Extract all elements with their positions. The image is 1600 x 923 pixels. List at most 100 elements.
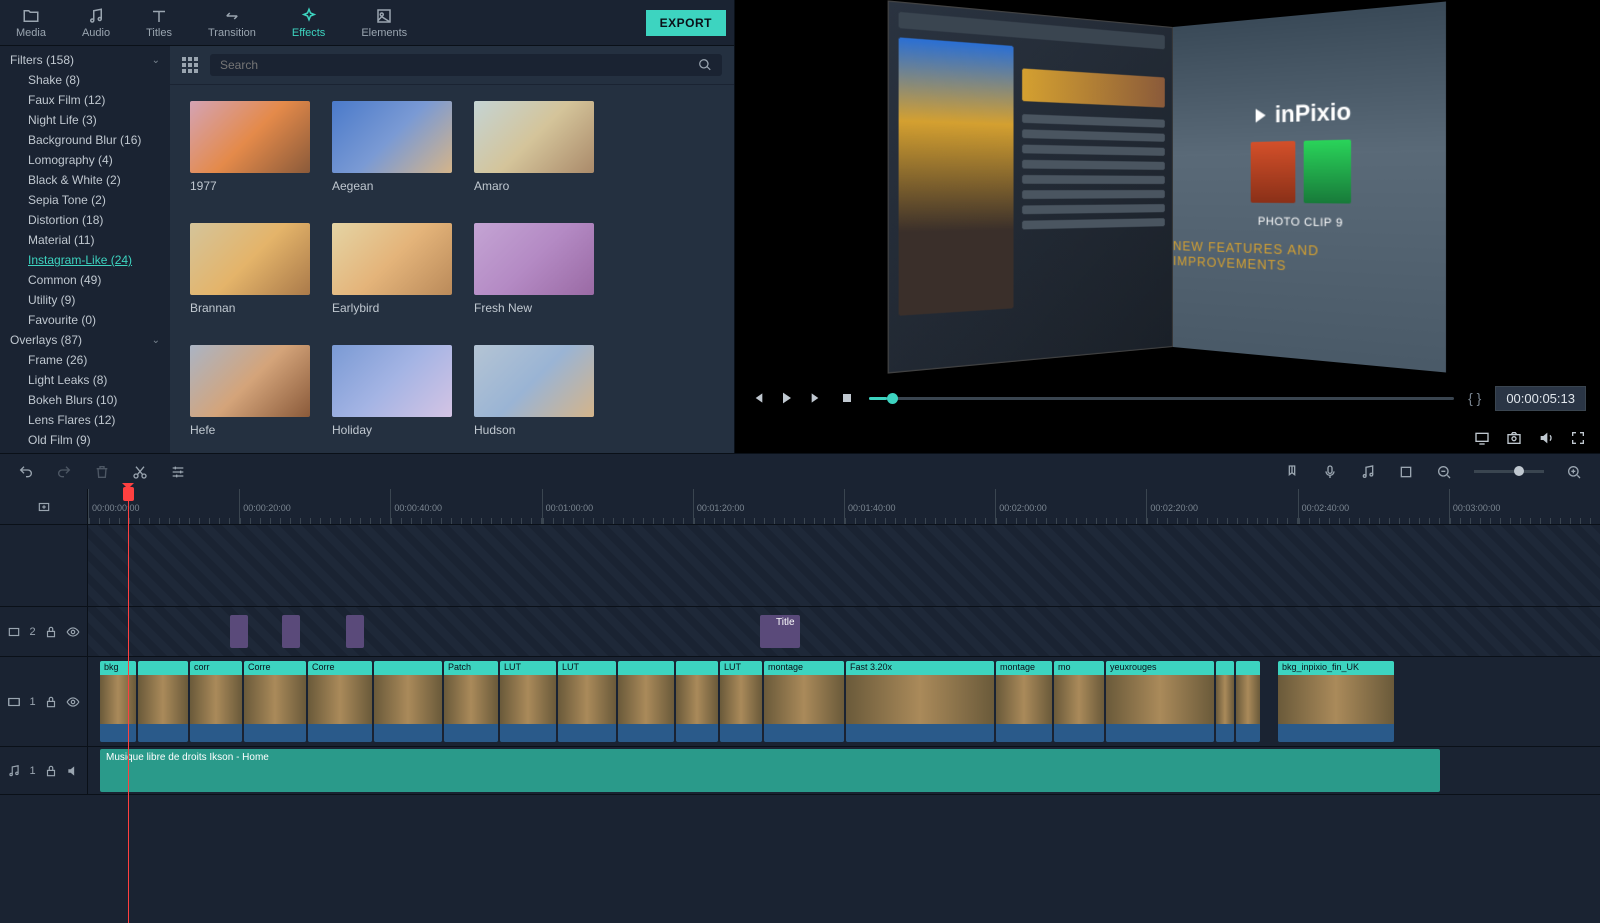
playhead[interactable] [128,489,129,923]
next-frame-button[interactable] [809,390,825,406]
video-clip[interactable]: Corre [244,661,306,742]
title-clip[interactable] [282,615,300,648]
title-clip[interactable]: Title [760,615,800,648]
effect-thumb[interactable]: Fresh New [474,223,594,315]
effect-thumb[interactable]: Hudson [474,345,594,437]
sidebar-item[interactable]: Lens Flares (12) [0,410,170,430]
sidebar-item[interactable]: Sepia Tone (2) [0,190,170,210]
sidebar-item[interactable]: Material (11) [0,230,170,250]
video-clip[interactable]: montage [764,661,844,742]
video-clip[interactable]: LUT [500,661,556,742]
speaker-icon[interactable] [66,764,80,778]
add-track-button[interactable] [0,489,88,524]
sidebar-item[interactable]: Shake (8) [0,70,170,90]
sidebar-item[interactable]: Night Life (3) [0,110,170,130]
adjust-icon[interactable] [170,464,186,480]
undo-icon[interactable] [18,464,34,480]
sidebar-item[interactable]: Old Film (9) [0,430,170,450]
preview-progress[interactable] [869,397,1454,400]
timeline-ruler[interactable]: 00:00:00:0000:00:20:0000:00:40:0000:01:0… [88,489,1600,524]
video-clip[interactable]: bkg [100,661,136,742]
sidebar-item[interactable]: Utility (9) [0,290,170,310]
eye-icon[interactable] [66,625,80,639]
video-clip[interactable] [618,661,674,742]
sidebar-item[interactable]: Light Leaks (8) [0,370,170,390]
prev-frame-button[interactable] [749,390,765,406]
sidebar-category[interactable]: Overlays (87)⌄ [0,330,170,350]
render-display-icon[interactable] [1474,430,1490,446]
tab-effects[interactable]: Effects [284,3,333,43]
video-clip[interactable]: LUT [720,661,762,742]
video-clip[interactable]: LUT [558,661,616,742]
video-clip[interactable]: Patch [444,661,498,742]
sidebar-item[interactable]: Black & White (2) [0,170,170,190]
tab-titles[interactable]: Titles [138,3,180,43]
effect-thumb[interactable]: Aegean [332,101,452,193]
mixer-icon[interactable] [1360,464,1376,480]
sidebar-item[interactable]: Common (49) [0,270,170,290]
video-clip[interactable] [676,661,718,742]
thumb-label: Hudson [474,423,594,437]
effect-thumb[interactable]: 1977 [190,101,310,193]
play-button[interactable] [779,390,795,406]
fullscreen-icon[interactable] [1570,430,1586,446]
video-clip[interactable]: montage [996,661,1052,742]
effect-thumb[interactable]: Brannan [190,223,310,315]
sidebar-item[interactable]: Background Blur (16) [0,130,170,150]
grid-view-toggle[interactable] [182,57,198,73]
video-clip[interactable]: yeuxrouges [1106,661,1214,742]
eye-icon[interactable] [66,695,80,709]
sidebar-item[interactable]: Lomography (4) [0,150,170,170]
zoom-out-icon[interactable] [1436,464,1452,480]
effect-thumb[interactable]: Hefe [190,345,310,437]
stop-button[interactable] [839,390,855,406]
tab-media[interactable]: Media [8,3,54,43]
export-button[interactable]: EXPORT [646,10,726,36]
volume-icon[interactable] [1538,430,1554,446]
delete-icon[interactable] [94,464,110,480]
sidebar-item[interactable]: Bokeh Blurs (10) [0,390,170,410]
tab-transition[interactable]: Transition [200,3,264,43]
cut-icon[interactable] [132,464,148,480]
sidebar-category[interactable]: Filters (158)⌄ [0,50,170,70]
video-clip[interactable]: mo [1054,661,1104,742]
sidebar-item[interactable]: Distortion (18) [0,210,170,230]
search-input[interactable] [220,58,698,72]
video-clip[interactable] [1236,661,1260,742]
crop-icon[interactable] [1398,464,1414,480]
sidebar-item[interactable]: Favourite (0) [0,310,170,330]
effect-thumb[interactable]: Amaro [474,101,594,193]
effect-thumb[interactable]: Holiday [332,345,452,437]
sidebar-item[interactable]: Faux Film (12) [0,90,170,110]
video-clip[interactable]: bkg_inpixio_fin_UK [1278,661,1394,742]
record-vo-icon[interactable] [1322,464,1338,480]
video-clip[interactable]: corr [190,661,242,742]
zoom-slider[interactable] [1474,470,1544,473]
effect-thumb[interactable]: Earlybird [332,223,452,315]
video-clip[interactable] [374,661,442,742]
video-clip[interactable]: Corre [308,661,372,742]
redo-icon[interactable] [56,464,72,480]
preview-timecode[interactable]: 00:00:05:13 [1495,386,1586,411]
lock-icon[interactable] [44,695,58,709]
sidebar-item[interactable]: Instagram-Like (24) [0,250,170,270]
video-clip[interactable] [1216,661,1234,742]
audio-clip[interactable]: Musique libre de droits Ikson - Home [100,749,1440,792]
lock-icon[interactable] [44,625,58,639]
ruler-tick: 00:03:00:00 [1449,489,1600,524]
video-clip[interactable]: Fast 3.20x [846,661,994,742]
track-head-titles: 2 [0,607,88,656]
tab-elements[interactable]: Elements [353,3,415,43]
title-clip[interactable] [346,615,364,648]
tab-audio[interactable]: Audio [74,3,118,43]
preview-subtitle: PHOTO CLIP 9 [1257,215,1342,230]
video-clip[interactable] [138,661,188,742]
lock-icon[interactable] [44,764,58,778]
video-track-icon [7,695,21,709]
marker-icon[interactable] [1284,464,1300,480]
sidebar-item[interactable]: Frame (26) [0,350,170,370]
snapshot-icon[interactable] [1506,430,1522,446]
title-clip[interactable] [230,615,248,648]
zoom-in-icon[interactable] [1566,464,1582,480]
marker-brackets[interactable]: { } [1468,390,1481,406]
